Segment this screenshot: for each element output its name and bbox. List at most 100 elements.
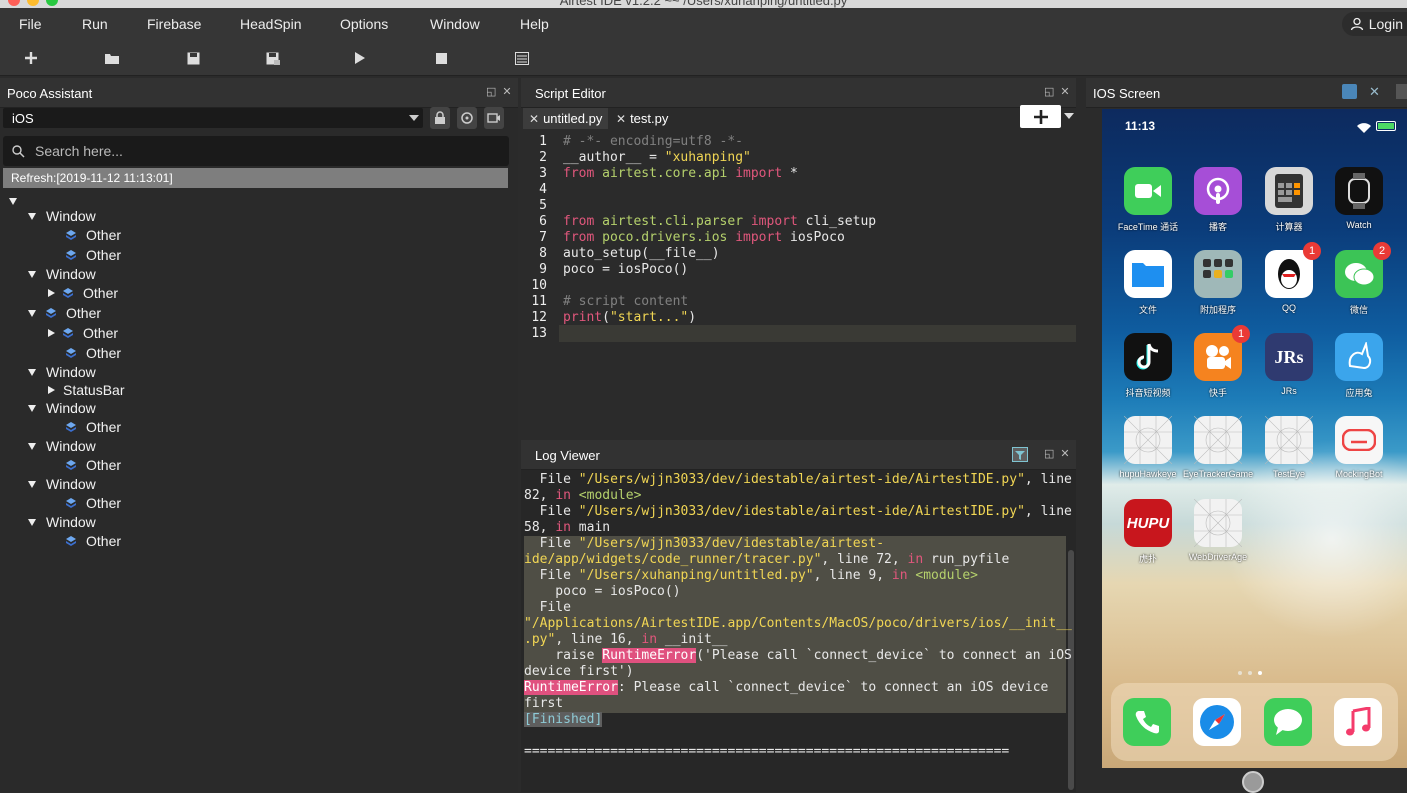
menu-firebase[interactable]: Firebase [147,16,201,32]
tree-node[interactable]: Other [48,284,118,302]
app-files[interactable]: 文件 [1113,250,1183,316]
menu-headspin[interactable]: HeadSpin [240,16,302,32]
log-output[interactable]: File "/Users/wjjn3033/dev/idestable/airt… [521,470,1076,792]
expand-arrow-icon[interactable] [28,212,36,220]
tree-node[interactable]: Other [66,456,121,474]
save-button[interactable] [184,49,202,67]
messages-icon[interactable] [1264,698,1312,746]
menu-file[interactable]: File [19,16,42,32]
app-grid-app[interactable]: WebDriverAge [1183,499,1253,562]
tree-node[interactable]: Other [66,344,121,362]
expand-arrow-icon[interactable] [28,442,36,450]
platform-select-value: iOS [12,111,34,126]
expand-arrow-icon[interactable] [28,480,36,488]
app-douyin[interactable]: 抖音短视频 [1113,333,1183,399]
tree-node[interactable]: Window [28,207,96,225]
tree-node[interactable]: StatusBar [48,381,124,399]
float-panel-icon[interactable]: ◱ [1044,449,1054,460]
code-area[interactable]: 1 # -*- encoding=utf8 -*- 2 __author__ = "x… [521,132,1076,438]
tree-node[interactable]: Other [66,418,121,436]
device-screen[interactable]: 11:13 FaceTime 通话 播客 计算器 Watch 文件 附加程序 1 QQ 2 微信抖… [1102,109,1407,768]
music-icon[interactable] [1334,698,1382,746]
app-calculator[interactable]: 计算器 [1254,167,1324,233]
layer-icon [66,250,76,260]
login-button[interactable]: Login [1341,12,1407,36]
view-log-button[interactable] [513,49,531,67]
phone-icon[interactable] [1123,698,1171,746]
log-scrollbar[interactable] [1068,550,1074,790]
menu-help[interactable]: Help [520,16,549,32]
collapse-arrow-icon[interactable] [48,386,55,394]
float-panel-icon[interactable]: ◱ [1044,87,1054,98]
safari-icon[interactable] [1193,698,1241,746]
app-watch[interactable]: Watch [1324,167,1394,230]
app-mockingbot[interactable]: MockingBot [1324,416,1394,479]
close-tab-icon[interactable]: ✕ [529,112,539,126]
app-hupu[interactable]: HUPU 虎扑 [1113,499,1183,565]
app-label: 文件 [1138,305,1157,315]
expand-arrow-icon[interactable] [28,404,36,412]
tree-node[interactable]: Other [66,532,121,550]
stop-icon [435,52,447,64]
tree-node[interactable]: Other [66,226,121,244]
menu-run[interactable]: Run [82,16,108,32]
log-line: "/Applications/AirtestIDE.app/Contents/M… [524,616,1072,632]
tree-node[interactable]: Window [28,399,96,417]
tree-node[interactable]: Window [28,265,96,283]
lock-button[interactable] [430,107,450,129]
more-icon[interactable] [1396,84,1407,99]
tree-node[interactable]: Other [48,324,118,342]
expand-arrow-icon[interactable] [28,368,36,376]
search-input[interactable] [35,140,495,162]
close-icon[interactable]: ✕ [502,87,512,98]
close-icon[interactable]: ✕ [1060,449,1070,460]
tools-icon[interactable]: ✕ [1369,84,1384,99]
app-kuaishou[interactable]: 1 快手 [1183,325,1253,399]
app-qq[interactable]: 1 QQ [1254,242,1324,313]
refresh-tree-button[interactable] [457,107,477,129]
expand-arrow-icon[interactable] [28,309,36,317]
platform-select[interactable]: iOS [3,108,423,128]
run-script-button[interactable] [351,49,369,67]
tree-node[interactable]: Other [66,246,121,264]
app-rabbit[interactable]: 应用兔 [1324,333,1394,399]
tab-test[interactable]: ✕ test.py [610,108,674,129]
home-button[interactable] [1242,771,1264,793]
grid-view-icon[interactable] [1342,84,1357,99]
open-file-button[interactable] [103,49,121,67]
app-grid-app[interactable]: TestEye [1254,416,1324,479]
tree-node[interactable]: Other [28,304,101,322]
tree-root-toggle[interactable] [9,192,27,210]
app-label: 微信 [1349,305,1368,315]
app-grid-app[interactable]: hupuHawkeye [1113,416,1183,479]
tree-node[interactable]: Window [28,437,96,455]
tree-node[interactable]: Window [28,513,96,531]
tab-list-chevron-icon[interactable] [1064,113,1074,119]
tree-node[interactable]: Window [28,363,96,381]
app-facetime[interactable]: FaceTime 通话 [1113,167,1183,233]
collapse-arrow-icon[interactable] [48,289,55,297]
app-podcasts[interactable]: 播客 [1183,167,1253,233]
save-as-button[interactable] [264,49,282,67]
app-grid-app[interactable]: EyeTrackerGame [1183,416,1253,479]
stop-script-button[interactable] [432,49,450,67]
expand-arrow-icon[interactable] [28,270,36,278]
app-jrs[interactable]: JRs JRs [1254,333,1324,396]
menu-window[interactable]: Window [430,16,480,32]
tab-untitled[interactable]: ✕ untitled.py [523,108,609,129]
collapse-arrow-icon[interactable] [48,329,55,337]
tree-node[interactable]: Other [66,494,121,512]
new-file-button[interactable] [22,49,40,67]
filter-log-button[interactable] [1012,447,1028,462]
new-tab-button[interactable] [1020,105,1061,128]
log-line: 58, in main [524,520,610,536]
app-wechat[interactable]: 2 微信 [1324,242,1394,316]
float-panel-icon[interactable]: ◱ [486,87,496,98]
app-folder-apps[interactable]: 附加程序 [1183,250,1253,316]
close-icon[interactable]: ✕ [1060,87,1070,98]
tree-node[interactable]: Window [28,475,96,493]
menu-options[interactable]: Options [340,16,388,32]
record-button[interactable] [484,107,504,129]
close-tab-icon[interactable]: ✕ [616,112,626,126]
expand-arrow-icon[interactable] [28,518,36,526]
